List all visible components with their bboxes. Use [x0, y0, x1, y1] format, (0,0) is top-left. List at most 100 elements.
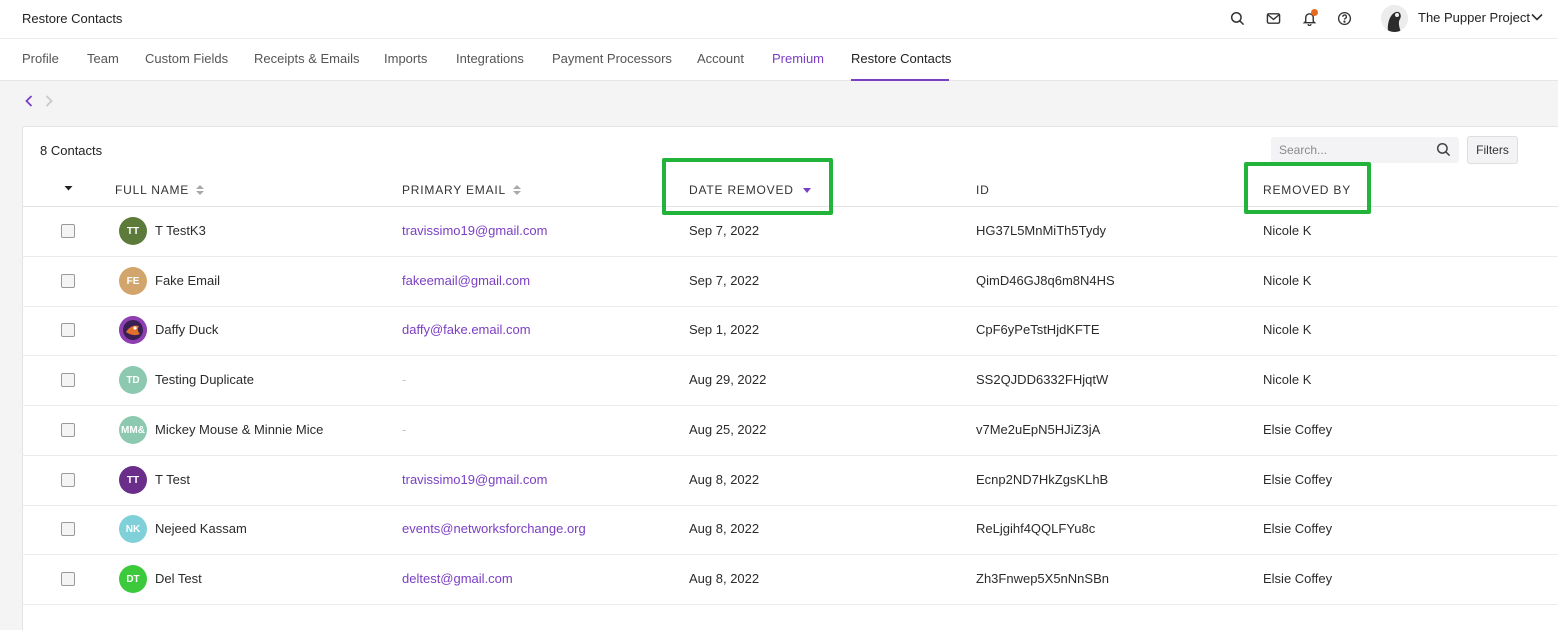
search-input[interactable]	[1271, 137, 1431, 163]
date-removed: Sep 7, 2022	[689, 223, 760, 238]
filters-button[interactable]: Filters	[1467, 136, 1518, 164]
column-label: PRIMARY EMAIL	[402, 183, 506, 197]
date-removed: Aug 8, 2022	[689, 571, 760, 586]
column-label: ID	[976, 183, 990, 197]
contact-name: Nejeed Kassam	[155, 521, 247, 536]
contact-id: v7Me2uEpN5HJiZ3jA	[976, 422, 1101, 437]
removed-by: Nicole K	[1263, 372, 1312, 387]
column-label: FULL NAME	[115, 183, 190, 197]
avatar: MM&	[119, 416, 147, 444]
table-row[interactable]	[22, 257, 1558, 307]
settings-tabs: Profile Team Custom Fields Receipts & Em…	[0, 39, 1558, 81]
sort-descending-icon	[802, 188, 811, 193]
column-label: REMOVED BY	[1263, 183, 1352, 197]
removed-by: Elsie Coffey	[1263, 422, 1333, 437]
tab-imports[interactable]: Imports	[384, 51, 427, 66]
column-header-removed-by: REMOVED BY	[1263, 183, 1351, 197]
tab-profile[interactable]: Profile	[22, 51, 59, 66]
tab-restore-contacts[interactable]: Restore Contacts	[851, 51, 951, 66]
column-header-primary-email[interactable]: PRIMARY EMAIL	[402, 183, 522, 197]
avatar	[119, 316, 147, 344]
row-checkbox[interactable]	[61, 274, 75, 288]
contact-id: QimD46GJ8q6m8N4HS	[976, 273, 1115, 288]
column-header-id: ID	[976, 183, 990, 197]
column-header-date-removed[interactable]: DATE REMOVED	[689, 183, 812, 197]
bell-icon[interactable]	[1299, 8, 1319, 28]
table-row[interactable]	[22, 207, 1558, 257]
contacts-count: 8 Contacts	[40, 143, 103, 158]
row-checkbox[interactable]	[61, 572, 75, 586]
removed-by: Nicole K	[1263, 223, 1312, 238]
avatar: FE	[119, 267, 147, 295]
org-name[interactable]: The Pupper Project	[1418, 10, 1530, 25]
contact-id: ReLjgihf4QQLFYu8c	[976, 521, 1096, 536]
date-removed: Sep 1, 2022	[689, 322, 760, 337]
contact-email[interactable]: deltest@gmail.com	[402, 571, 513, 586]
contact-email[interactable]: events@networksforchange.org	[402, 521, 586, 536]
contact-email[interactable]: fakeemail@gmail.com	[402, 273, 530, 288]
avatar: TD	[119, 366, 147, 394]
contact-email[interactable]: travissimo19@gmail.com	[402, 472, 547, 487]
sort-icon	[513, 185, 521, 195]
row-checkbox[interactable]	[61, 373, 75, 387]
search-box	[1271, 137, 1459, 163]
active-tab-indicator	[851, 79, 949, 81]
org-avatar[interactable]	[1381, 5, 1408, 32]
row-checkbox[interactable]	[61, 224, 75, 238]
removed-by: Elsie Coffey	[1263, 571, 1333, 586]
contact-name: Testing Duplicate	[155, 372, 254, 387]
search-icon[interactable]	[1227, 8, 1247, 28]
contact-name: Fake Email	[155, 273, 221, 288]
contact-name: T TestK3	[155, 223, 206, 238]
removed-by: Nicole K	[1263, 273, 1312, 288]
chevron-down-icon[interactable]	[1530, 10, 1544, 24]
contact-email: -	[402, 372, 407, 387]
contact-id: Zh3Fnwep5X5nNnSBn	[976, 571, 1109, 586]
tab-integrations[interactable]: Integrations	[456, 51, 524, 66]
top-bar: Restore Contacts The Pupper Project	[0, 0, 1558, 39]
contact-name: Daffy Duck	[155, 322, 219, 337]
column-header-full-name[interactable]: FULL NAME	[115, 183, 205, 197]
forward-chevron-icon[interactable]	[42, 94, 56, 108]
row-checkbox[interactable]	[61, 323, 75, 337]
row-checkbox[interactable]	[61, 522, 75, 536]
contact-id: Ecnp2ND7HkZgsKLhB	[976, 472, 1109, 487]
contact-name: T Test	[155, 472, 190, 487]
removed-by: Elsie Coffey	[1263, 521, 1333, 536]
sort-icon	[196, 185, 205, 195]
avatar: DT	[119, 565, 147, 593]
removed-by: Elsie Coffey	[1263, 472, 1333, 487]
avatar: NK	[119, 515, 147, 543]
tab-team[interactable]: Team	[87, 51, 119, 66]
back-chevron-icon[interactable]	[22, 94, 36, 108]
row-checkbox[interactable]	[61, 473, 75, 487]
date-removed: Aug 8, 2022	[689, 521, 760, 536]
date-removed: Aug 25, 2022	[689, 422, 767, 437]
contact-email: -	[402, 422, 407, 437]
search-icon[interactable]	[1436, 142, 1451, 157]
avatar: TT	[119, 466, 147, 494]
avatar: TT	[119, 217, 147, 245]
row-checkbox[interactable]	[61, 423, 75, 437]
removed-by: Nicole K	[1263, 322, 1312, 337]
contact-email[interactable]: daffy@fake.email.com	[402, 322, 531, 337]
tab-premium[interactable]: Premium	[772, 51, 824, 66]
table-row[interactable]	[22, 306, 1558, 356]
column-label: DATE REMOVED	[689, 183, 794, 197]
tab-receipts-emails[interactable]: Receipts & Emails	[254, 51, 359, 66]
tab-custom-fields[interactable]: Custom Fields	[145, 51, 228, 66]
contact-id: CpF6yPeTstHjdKFTE	[976, 322, 1100, 337]
date-removed: Aug 29, 2022	[689, 372, 767, 387]
contact-id: HG37L5MnMiTh5Tydy	[976, 223, 1107, 238]
select-all-dropdown-icon[interactable]	[63, 184, 74, 192]
contact-name: Mickey Mouse & Minnie Mice	[155, 422, 324, 437]
mail-icon[interactable]	[1263, 8, 1283, 28]
tab-account[interactable]: Account	[697, 51, 744, 66]
contact-name: Del Test	[155, 571, 202, 586]
help-icon[interactable]	[1334, 8, 1354, 28]
tab-payment-processors[interactable]: Payment Processors	[552, 51, 672, 66]
date-removed: Sep 7, 2022	[689, 273, 760, 288]
contact-email[interactable]: travissimo19@gmail.com	[402, 223, 547, 238]
page-title: Restore Contacts	[22, 11, 123, 26]
notification-badge	[1311, 9, 1318, 16]
